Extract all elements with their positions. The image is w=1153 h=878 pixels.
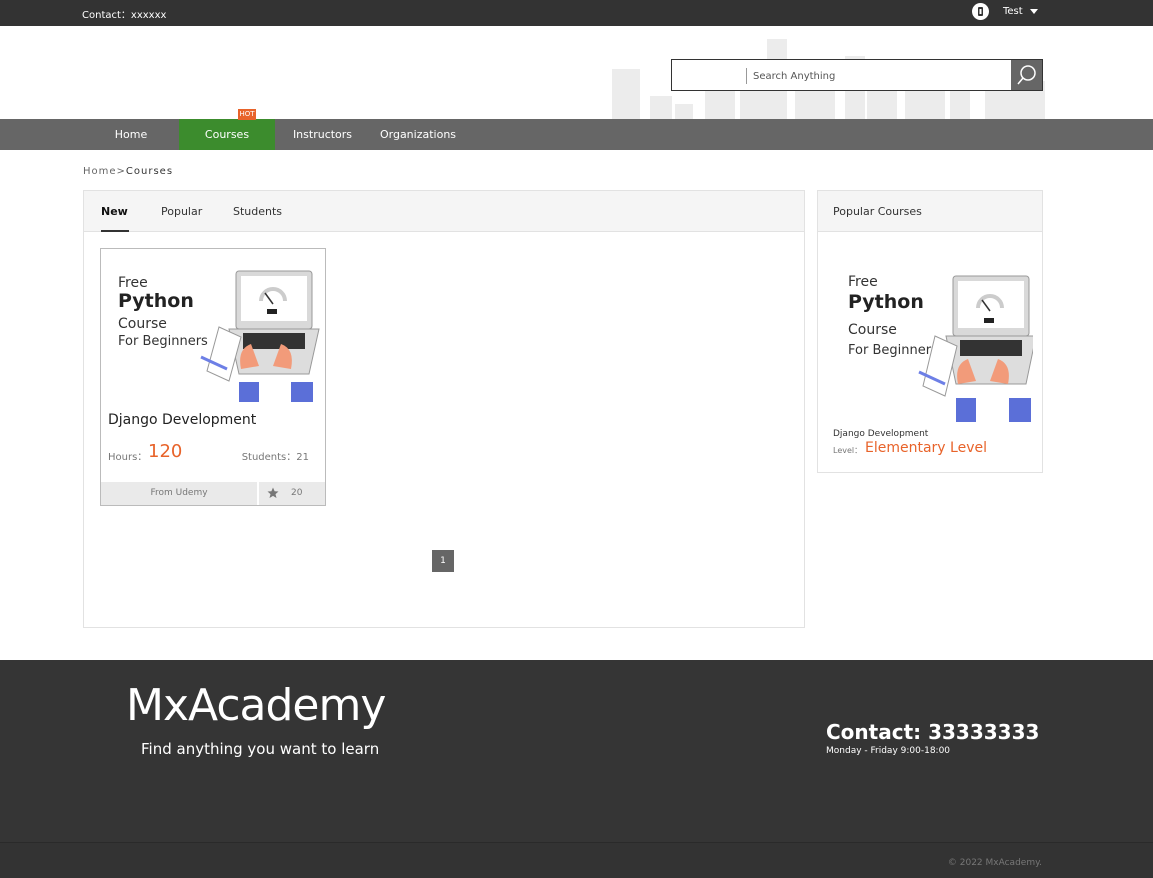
students-count: Students：21: [241, 452, 309, 463]
breadcrumb-separator: >: [116, 166, 126, 177]
main-nav: Home Courses Instructors Organizations: [0, 119, 1153, 150]
user-name[interactable]: Test: [1003, 6, 1023, 17]
search-input[interactable]: [753, 68, 1003, 84]
hours-label: Hours：: [108, 452, 148, 463]
popular-thumb-line-course: Course: [848, 322, 897, 338]
breadcrumb: Home>Courses: [83, 166, 173, 177]
popular-course-title[interactable]: Django Development: [833, 429, 928, 439]
chevron-down-icon[interactable]: [1029, 9, 1038, 14]
user-menu[interactable]: Test: [972, 3, 1038, 20]
thumb-line-free: Free: [118, 275, 148, 291]
tab-new[interactable]: New: [101, 205, 128, 218]
popular-thumb-line-python: Python: [848, 291, 924, 313]
favorite-count: 20: [291, 488, 303, 498]
search-button[interactable]: [1011, 60, 1042, 90]
popular-courses-panel: Popular Courses Free Python Course For B…: [817, 190, 1043, 473]
footer-tagline: Find anything you want to learn: [141, 740, 380, 758]
thumb-line-beginners: For Beginners: [118, 334, 208, 349]
active-tab-indicator: [101, 230, 129, 232]
footer-hours: Monday - Friday 9:00-18:00: [826, 746, 951, 756]
course-title[interactable]: Django Development: [108, 412, 256, 428]
popular-course-thumbnail[interactable]: Free Python Course For Beginners: [833, 256, 1033, 426]
sort-tabs: New Popular Students: [84, 191, 804, 232]
search-divider: [746, 68, 747, 84]
tab-popular[interactable]: Popular: [161, 205, 202, 218]
course-source: From Udemy: [101, 482, 259, 505]
level-value: Elementary Level: [865, 440, 987, 456]
page-1-button[interactable]: 1: [432, 550, 454, 572]
nav-courses[interactable]: Courses: [179, 119, 275, 150]
breadcrumb-home[interactable]: Home: [83, 166, 117, 177]
thumb-line-python: Python: [118, 290, 194, 312]
copyright: © 2022 MxAcademy.: [947, 858, 1042, 868]
footer-contact: Contact: 33333333: [826, 720, 1040, 744]
hot-badge: HOT: [238, 109, 256, 120]
nav-organizations[interactable]: Organizations: [370, 119, 466, 150]
popular-courses-heading: Popular Courses: [818, 191, 1042, 232]
thumb-line-course: Course: [118, 316, 167, 332]
level-label: Level：: [833, 446, 863, 455]
search-bar: [671, 59, 1043, 91]
course-list-panel: New Popular Students Free Python Course …: [83, 190, 805, 628]
popular-thumb-line-free: Free: [848, 274, 878, 290]
popular-thumb-line-beginners: For Beginners: [848, 343, 938, 358]
footer: MxAcademy Find anything you want to lear…: [0, 660, 1153, 842]
search-icon: [1016, 65, 1036, 85]
footer-bottom: © 2022 MxAcademy.: [0, 842, 1153, 878]
nav-instructors[interactable]: Instructors: [275, 119, 370, 150]
nav-home[interactable]: Home: [83, 119, 179, 150]
top-contact: Contact：xxxxxx: [82, 10, 167, 21]
course-thumbnail[interactable]: Free Python Course For Beginners: [101, 249, 325, 406]
tab-students[interactable]: Students: [233, 205, 282, 218]
hours-value: 120: [148, 441, 183, 462]
breadcrumb-current: Courses: [125, 166, 174, 177]
course-card-footer: From Udemy 20: [101, 482, 325, 505]
user-icon[interactable]: [972, 3, 989, 20]
footer-brand: MxAcademy: [126, 680, 386, 731]
header: [0, 26, 1153, 119]
star-icon[interactable]: [267, 487, 279, 499]
course-card[interactable]: Free Python Course For Beginners Django …: [100, 248, 326, 506]
top-bar: Contact：xxxxxx Test: [0, 0, 1153, 26]
